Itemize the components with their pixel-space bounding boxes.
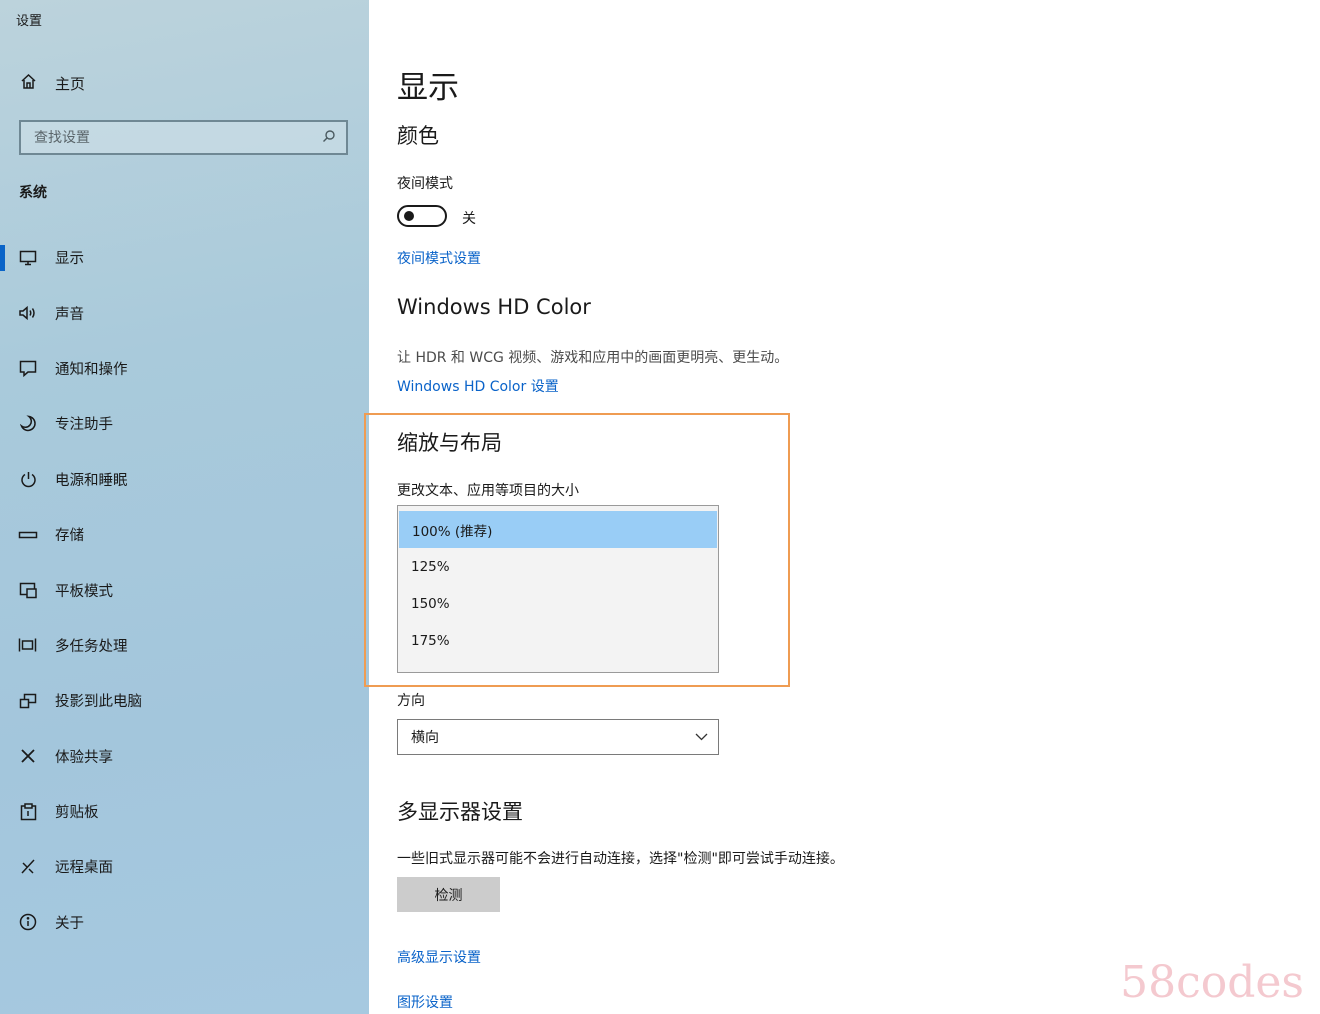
scale-dropdown-list[interactable]: 100% (推荐) 125% 150% 175% [397, 505, 719, 673]
page-title: 显示 [397, 70, 459, 106]
speaker-icon [17, 305, 39, 321]
scale-option[interactable]: 150% [398, 585, 718, 622]
night-light-settings-link[interactable]: 夜间模式设置 [397, 248, 481, 268]
sidebar-nav: 显示 声音 通知和操作 专注助手 电源和睡眠 存储 平板模式 多任务处理 投影到… [0, 230, 369, 950]
scale-label: 更改文本、应用等项目的大小 [397, 483, 579, 499]
section-label: 系统 [19, 185, 47, 201]
storage-icon [17, 530, 39, 540]
chevron-down-icon [695, 729, 708, 745]
hd-color-settings-link[interactable]: Windows HD Color 设置 [397, 376, 559, 396]
sidebar-item-notifications[interactable]: 通知和操作 [0, 341, 369, 396]
multitask-icon [17, 637, 39, 653]
night-light-label: 夜间模式 [397, 176, 453, 192]
sidebar-item-label: 电源和睡眠 [55, 472, 128, 489]
main-content: 显示 颜色 夜间模式 关 夜间模式设置 Windows HD Color 让 H… [364, 0, 1320, 1014]
sidebar-item-sound[interactable]: 声音 [0, 285, 369, 340]
hd-color-heading: Windows HD Color [397, 295, 591, 319]
scale-option[interactable]: 125% [398, 548, 718, 585]
sidebar-item-label: 剪贴板 [55, 805, 99, 822]
scale-option[interactable]: 175% [398, 622, 718, 659]
sidebar-item-label: 专注助手 [55, 417, 113, 434]
night-light-toggle[interactable] [397, 205, 447, 227]
scale-option[interactable]: 100% (推荐) [399, 511, 717, 548]
sidebar-item-label: 体验共享 [55, 749, 113, 766]
remote-icon [17, 858, 39, 875]
sidebar-item-label: 多任务处理 [55, 638, 128, 655]
search-input[interactable] [34, 129, 304, 146]
hd-color-description: 让 HDR 和 WCG 视频、游戏和应用中的画面更明亮、更生动。 [397, 350, 789, 366]
app-title: 设置 [16, 14, 43, 29]
detect-button[interactable]: 检测 [397, 877, 500, 912]
advanced-display-link[interactable]: 高级显示设置 [397, 947, 481, 967]
sidebar-item-remote-desktop[interactable]: 远程桌面 [0, 839, 369, 894]
clipboard-icon [17, 802, 39, 821]
moon-icon [17, 415, 39, 432]
share-icon [17, 748, 39, 764]
tablet-icon [17, 582, 39, 599]
sidebar-item-about[interactable]: 关于 [0, 895, 369, 950]
sidebar-item-shared-experiences[interactable]: 体验共享 [0, 729, 369, 784]
sidebar-item-project[interactable]: 投影到此电脑 [0, 673, 369, 728]
sidebar-item-label: 关于 [55, 915, 84, 932]
toggle-knob [404, 211, 414, 221]
sidebar-item-label: 声音 [55, 306, 84, 323]
sidebar-item-display[interactable]: 显示 [0, 230, 369, 285]
sidebar-item-focus-assist[interactable]: 专注助手 [0, 396, 369, 451]
sidebar-item-power[interactable]: 电源和睡眠 [0, 452, 369, 507]
monitor-icon [17, 250, 39, 266]
sidebar-item-tablet-mode[interactable]: 平板模式 [0, 562, 369, 617]
orientation-select[interactable]: 横向 [397, 719, 719, 755]
night-light-state: 关 [462, 211, 476, 227]
sidebar-home[interactable]: 主页 [20, 73, 85, 94]
watermark: 58codes [1120, 957, 1304, 1008]
home-icon [20, 73, 37, 94]
sidebar: 设置 主页 系统 显示 声音 通知和操作 专注助手 [0, 0, 369, 1014]
orientation-label: 方向 [397, 693, 425, 709]
sidebar-item-label: 平板模式 [55, 583, 113, 600]
graphics-settings-link[interactable]: 图形设置 [397, 992, 453, 1012]
multi-display-heading: 多显示器设置 [397, 800, 523, 824]
sidebar-item-clipboard[interactable]: 剪贴板 [0, 784, 369, 839]
sidebar-item-label: 显示 [55, 251, 84, 268]
scale-heading: 缩放与布局 [397, 431, 502, 455]
sidebar-item-storage[interactable]: 存储 [0, 507, 369, 562]
multi-display-description: 一些旧式显示器可能不会进行自动连接，选择"检测"即可尝试手动连接。 [397, 851, 844, 867]
search-box[interactable] [19, 120, 348, 155]
color-heading: 颜色 [397, 124, 439, 148]
sidebar-item-label: 远程桌面 [55, 860, 113, 877]
notification-icon [17, 360, 39, 377]
sidebar-item-label: 存储 [55, 528, 84, 545]
orientation-value: 横向 [411, 730, 439, 746]
sidebar-item-label: 投影到此电脑 [55, 694, 142, 711]
sidebar-item-multitasking[interactable]: 多任务处理 [0, 618, 369, 673]
search-icon[interactable] [322, 128, 336, 147]
project-icon [17, 693, 39, 709]
sidebar-home-label: 主页 [55, 75, 86, 93]
info-icon [17, 913, 39, 931]
sidebar-item-label: 通知和操作 [55, 361, 128, 378]
power-icon [17, 471, 39, 488]
